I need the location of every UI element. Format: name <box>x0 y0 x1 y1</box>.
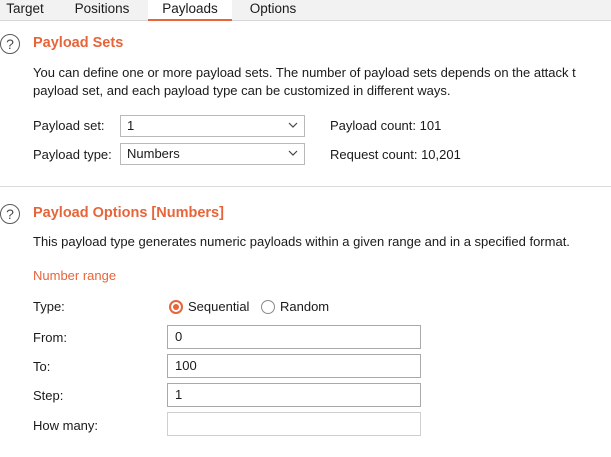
step-input[interactable]: 1 <box>167 383 421 407</box>
payload-count-label: Payload count: <box>330 118 417 133</box>
from-label: From: <box>33 330 67 345</box>
payload-type-label: Payload type: <box>33 147 112 162</box>
payload-options-title: Payload Options [Numbers] <box>33 205 224 221</box>
payload-set-label: Payload set: <box>33 118 105 133</box>
help-icon[interactable]: ? <box>0 34 20 54</box>
payload-count-value: 101 <box>419 118 442 133</box>
payload-type-value: Numbers <box>127 146 180 161</box>
radio-random-label: Random <box>280 299 330 314</box>
radio-random[interactable] <box>261 300 275 314</box>
tab-target[interactable]: Target <box>0 0 50 20</box>
request-count-label: Request count: <box>330 147 418 162</box>
from-input[interactable]: 0 <box>167 325 421 349</box>
payload-options-description: This payload type generates numeric payl… <box>33 234 570 249</box>
tab-bar: Target Positions Payloads Options <box>0 0 611 21</box>
request-count: Request count: 10,201 <box>330 147 461 162</box>
how-many-label: How many: <box>33 418 99 433</box>
to-label: To: <box>33 359 51 374</box>
chevron-down-icon <box>288 122 298 128</box>
payload-type-select[interactable]: Numbers <box>120 143 305 165</box>
payload-set-value: 1 <box>127 118 135 133</box>
radio-sequential[interactable] <box>169 300 183 314</box>
payload-sets-description-line2: payload set, and each payload type can b… <box>33 83 451 98</box>
payload-count: Payload count: 101 <box>330 118 441 133</box>
request-count-value: 10,201 <box>421 147 461 162</box>
tab-positions[interactable]: Positions <box>62 0 142 20</box>
number-range-heading: Number range <box>33 268 117 283</box>
step-label: Step: <box>33 388 64 403</box>
payload-set-select[interactable]: 1 <box>120 115 305 137</box>
chevron-down-icon <box>288 150 298 156</box>
radio-sequential-label: Sequential <box>188 299 250 314</box>
payload-sets-title: Payload Sets <box>33 35 124 51</box>
tab-payloads[interactable]: Payloads <box>148 0 232 21</box>
tab-options[interactable]: Options <box>240 0 306 20</box>
section-divider <box>0 186 611 187</box>
help-icon[interactable]: ? <box>0 204 20 224</box>
payload-sets-description-line1: You can define one or more payload sets.… <box>33 65 576 80</box>
type-label: Type: <box>33 299 65 314</box>
to-input[interactable]: 100 <box>167 354 421 378</box>
how-many-input[interactable] <box>167 412 421 436</box>
